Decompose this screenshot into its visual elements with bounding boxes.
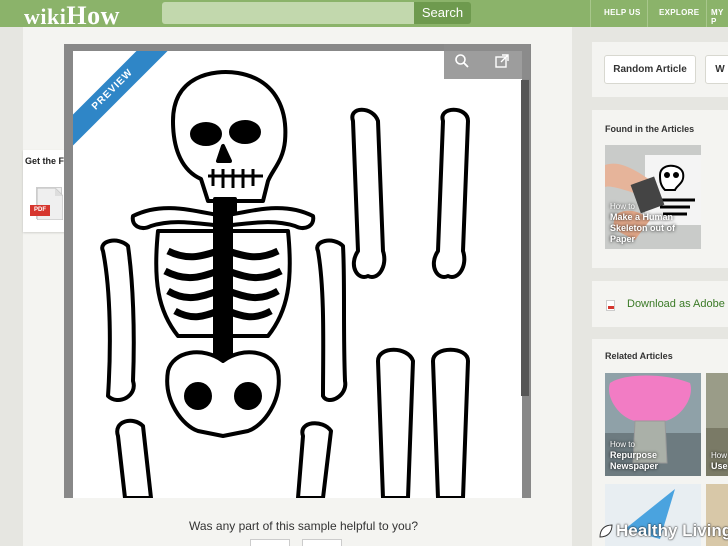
download-pdf-link[interactable]: Download as Adobe P [627,298,728,310]
helpful-question: Was any part of this sample helpful to y… [189,519,419,533]
left-margin [0,27,23,546]
vote-no-button[interactable] [302,539,342,546]
nav-divider [647,0,648,27]
random-article-button[interactable]: Random Article [604,55,696,84]
nav-divider [706,0,707,27]
nav-help-us[interactable]: HELP US [604,8,641,17]
logo-wiki-text: wiki [24,4,67,29]
found-title-line: Paper [610,234,636,244]
nav-divider [590,0,591,27]
pdf-tag: PDF [30,205,50,216]
found-in-articles-title: Found in the Articles [605,124,695,134]
found-title-line: Make a Human [610,212,674,222]
found-article-thumbnail[interactable]: How to Make a Human Skeleton out of Pape… [605,145,701,249]
related-article-thumbnail[interactable]: How to Repurpose Newspaper [605,373,701,476]
healthy-living-watermark: Healthy Living [616,521,728,540]
how-to-label: How to [610,202,635,211]
preview-scrollbar[interactable] [521,80,529,396]
nav-my-profile[interactable]: MY P [711,8,728,26]
related-article-caption: How Use [711,450,728,472]
how-to-label: How [711,451,728,460]
magnifier-icon[interactable] [454,53,470,69]
search-input[interactable] [162,2,414,24]
skeleton-preview-image: PREVIEW [73,51,522,498]
related-title-line: Newspaper [610,461,659,471]
search-button[interactable]: Search [414,2,471,24]
related-title-line: Use [711,461,728,471]
logo-how-text: How [66,1,120,30]
pdf-small-icon [606,300,615,311]
how-to-label: How to [610,440,635,449]
found-title-line: Skeleton out of [610,223,675,233]
related-articles-title: Related Articles [605,351,673,361]
related-article-thumbnail[interactable]: How Use [706,373,728,476]
leaf-icon [599,524,613,538]
nav-explore[interactable]: EXPLORE [659,8,699,17]
sample-preview-frame[interactable]: PREVIEW [64,44,531,498]
found-article-caption: How to Make a Human Skeleton out of Pape… [610,201,675,245]
skeleton-illustration [100,70,470,498]
external-link-icon[interactable] [494,53,510,69]
vote-yes-button[interactable] [250,539,290,546]
related-article-caption: How to Repurpose Newspaper [610,439,658,472]
top-header: wikiHow Search HELP US EXPLORE MY P [0,0,728,30]
related-title-line: Repurpose [610,450,658,460]
preview-toolbar [444,44,530,79]
write-article-button[interactable]: W [705,55,728,84]
